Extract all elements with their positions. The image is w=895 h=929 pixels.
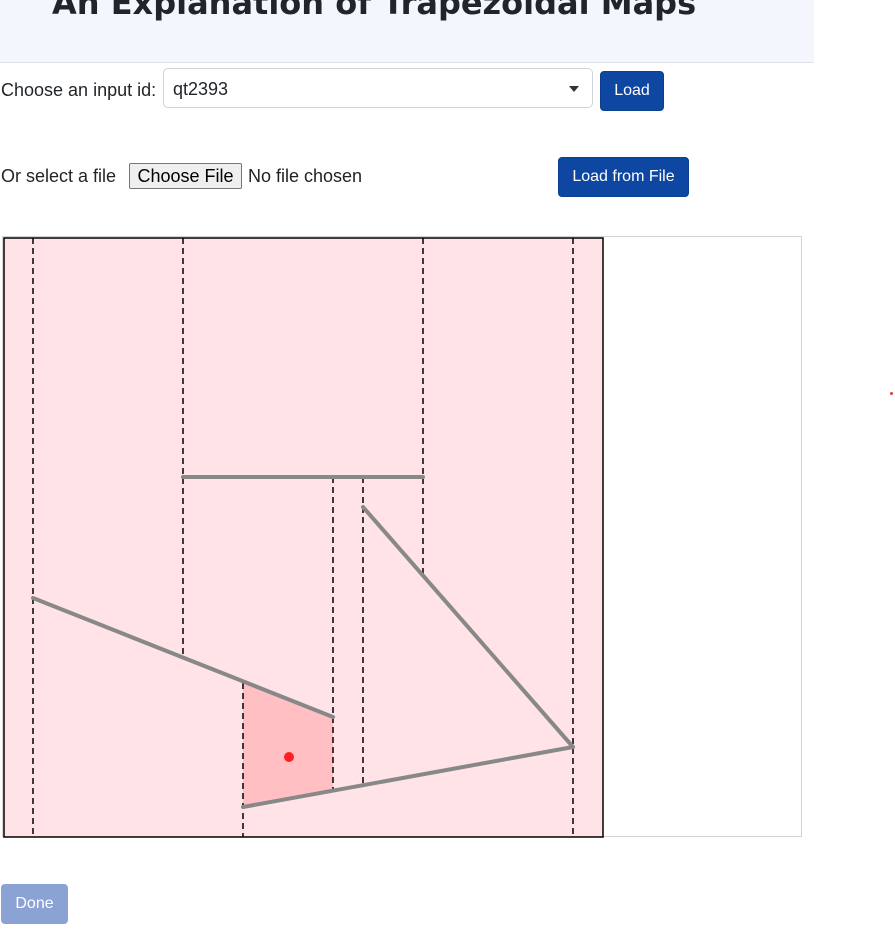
load-button[interactable]: Load xyxy=(600,71,664,111)
query-point xyxy=(284,752,294,762)
input-id-value: qt2393 xyxy=(173,79,229,99)
file-select-label: Or select a file xyxy=(1,166,117,186)
trapezoidal-map xyxy=(3,237,604,838)
input-id-label: Choose an input id: xyxy=(1,80,157,100)
map-canvas[interactable] xyxy=(2,236,802,838)
chevron-down-icon xyxy=(569,86,579,92)
choose-file-button[interactable]: Choose File xyxy=(129,163,242,189)
load-from-file-button[interactable]: Load from File xyxy=(558,157,689,197)
file-status: No file chosen xyxy=(248,166,363,186)
input-id-select[interactable]: qt2393 xyxy=(163,68,593,108)
marker-dot xyxy=(890,392,893,395)
page-header: An Explanation of Trapezoidal Maps xyxy=(0,0,814,63)
page-title: An Explanation of Trapezoidal Maps xyxy=(52,0,697,22)
done-button[interactable]: Done xyxy=(1,884,68,924)
